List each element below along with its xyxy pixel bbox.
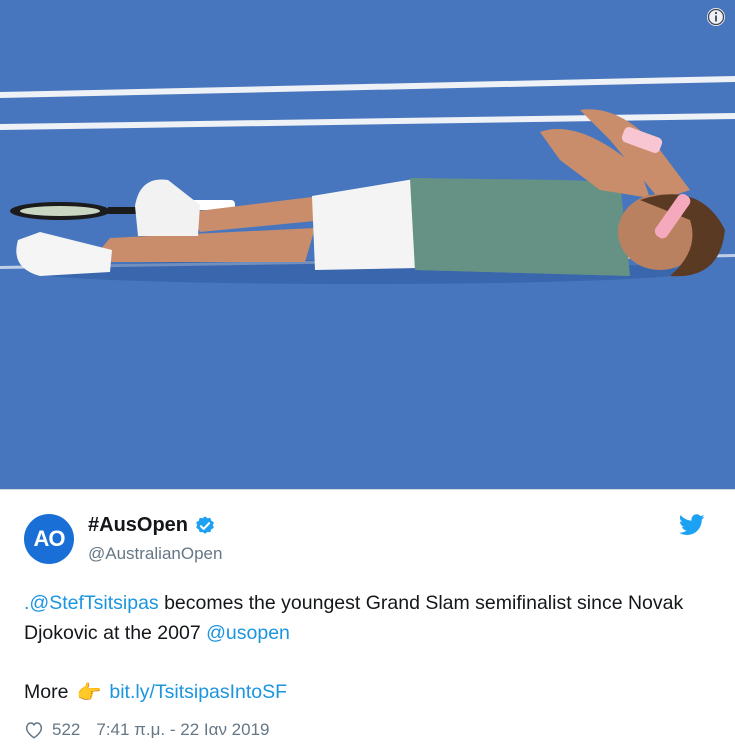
avatar[interactable]: AO xyxy=(24,514,74,564)
tweet-text: .@StefTsitsipas becomes the youngest Gra… xyxy=(24,588,714,648)
display-name-text: #AusOpen xyxy=(88,514,189,536)
avatar-text: AO xyxy=(33,526,66,551)
verified-badge-icon xyxy=(196,515,214,534)
more-line: More 👉 bit.ly/TsitsipasIntoSF xyxy=(24,680,287,705)
twitter-bird-icon[interactable] xyxy=(679,514,705,536)
mention-link[interactable]: .@StefTsitsipas xyxy=(24,592,159,614)
like-count[interactable]: 522 xyxy=(52,720,80,740)
info-icon[interactable] xyxy=(706,7,726,27)
timestamp[interactable]: 7:41 π.μ. - 22 Ιαν 2019 xyxy=(96,720,269,740)
mention-link-usopen[interactable]: @usopen xyxy=(206,622,290,644)
tweet-meta: 522 7:41 π.μ. - 22 Ιαν 2019 xyxy=(24,720,270,740)
handle[interactable]: @AustralianOpen xyxy=(88,544,222,564)
tennis-player-image xyxy=(0,0,735,489)
display-name[interactable]: #AusOpen xyxy=(88,514,216,537)
heart-icon[interactable] xyxy=(24,721,44,739)
more-link[interactable]: bit.ly/TsitsipasIntoSF xyxy=(109,681,287,704)
more-label: More xyxy=(24,681,69,703)
tweet-card: AO #AusOpen @AustralianOpen .@StefTsitsi… xyxy=(0,489,735,752)
tweet-photo[interactable] xyxy=(0,0,735,489)
pointing-hand-emoji: 👉 xyxy=(76,682,102,704)
